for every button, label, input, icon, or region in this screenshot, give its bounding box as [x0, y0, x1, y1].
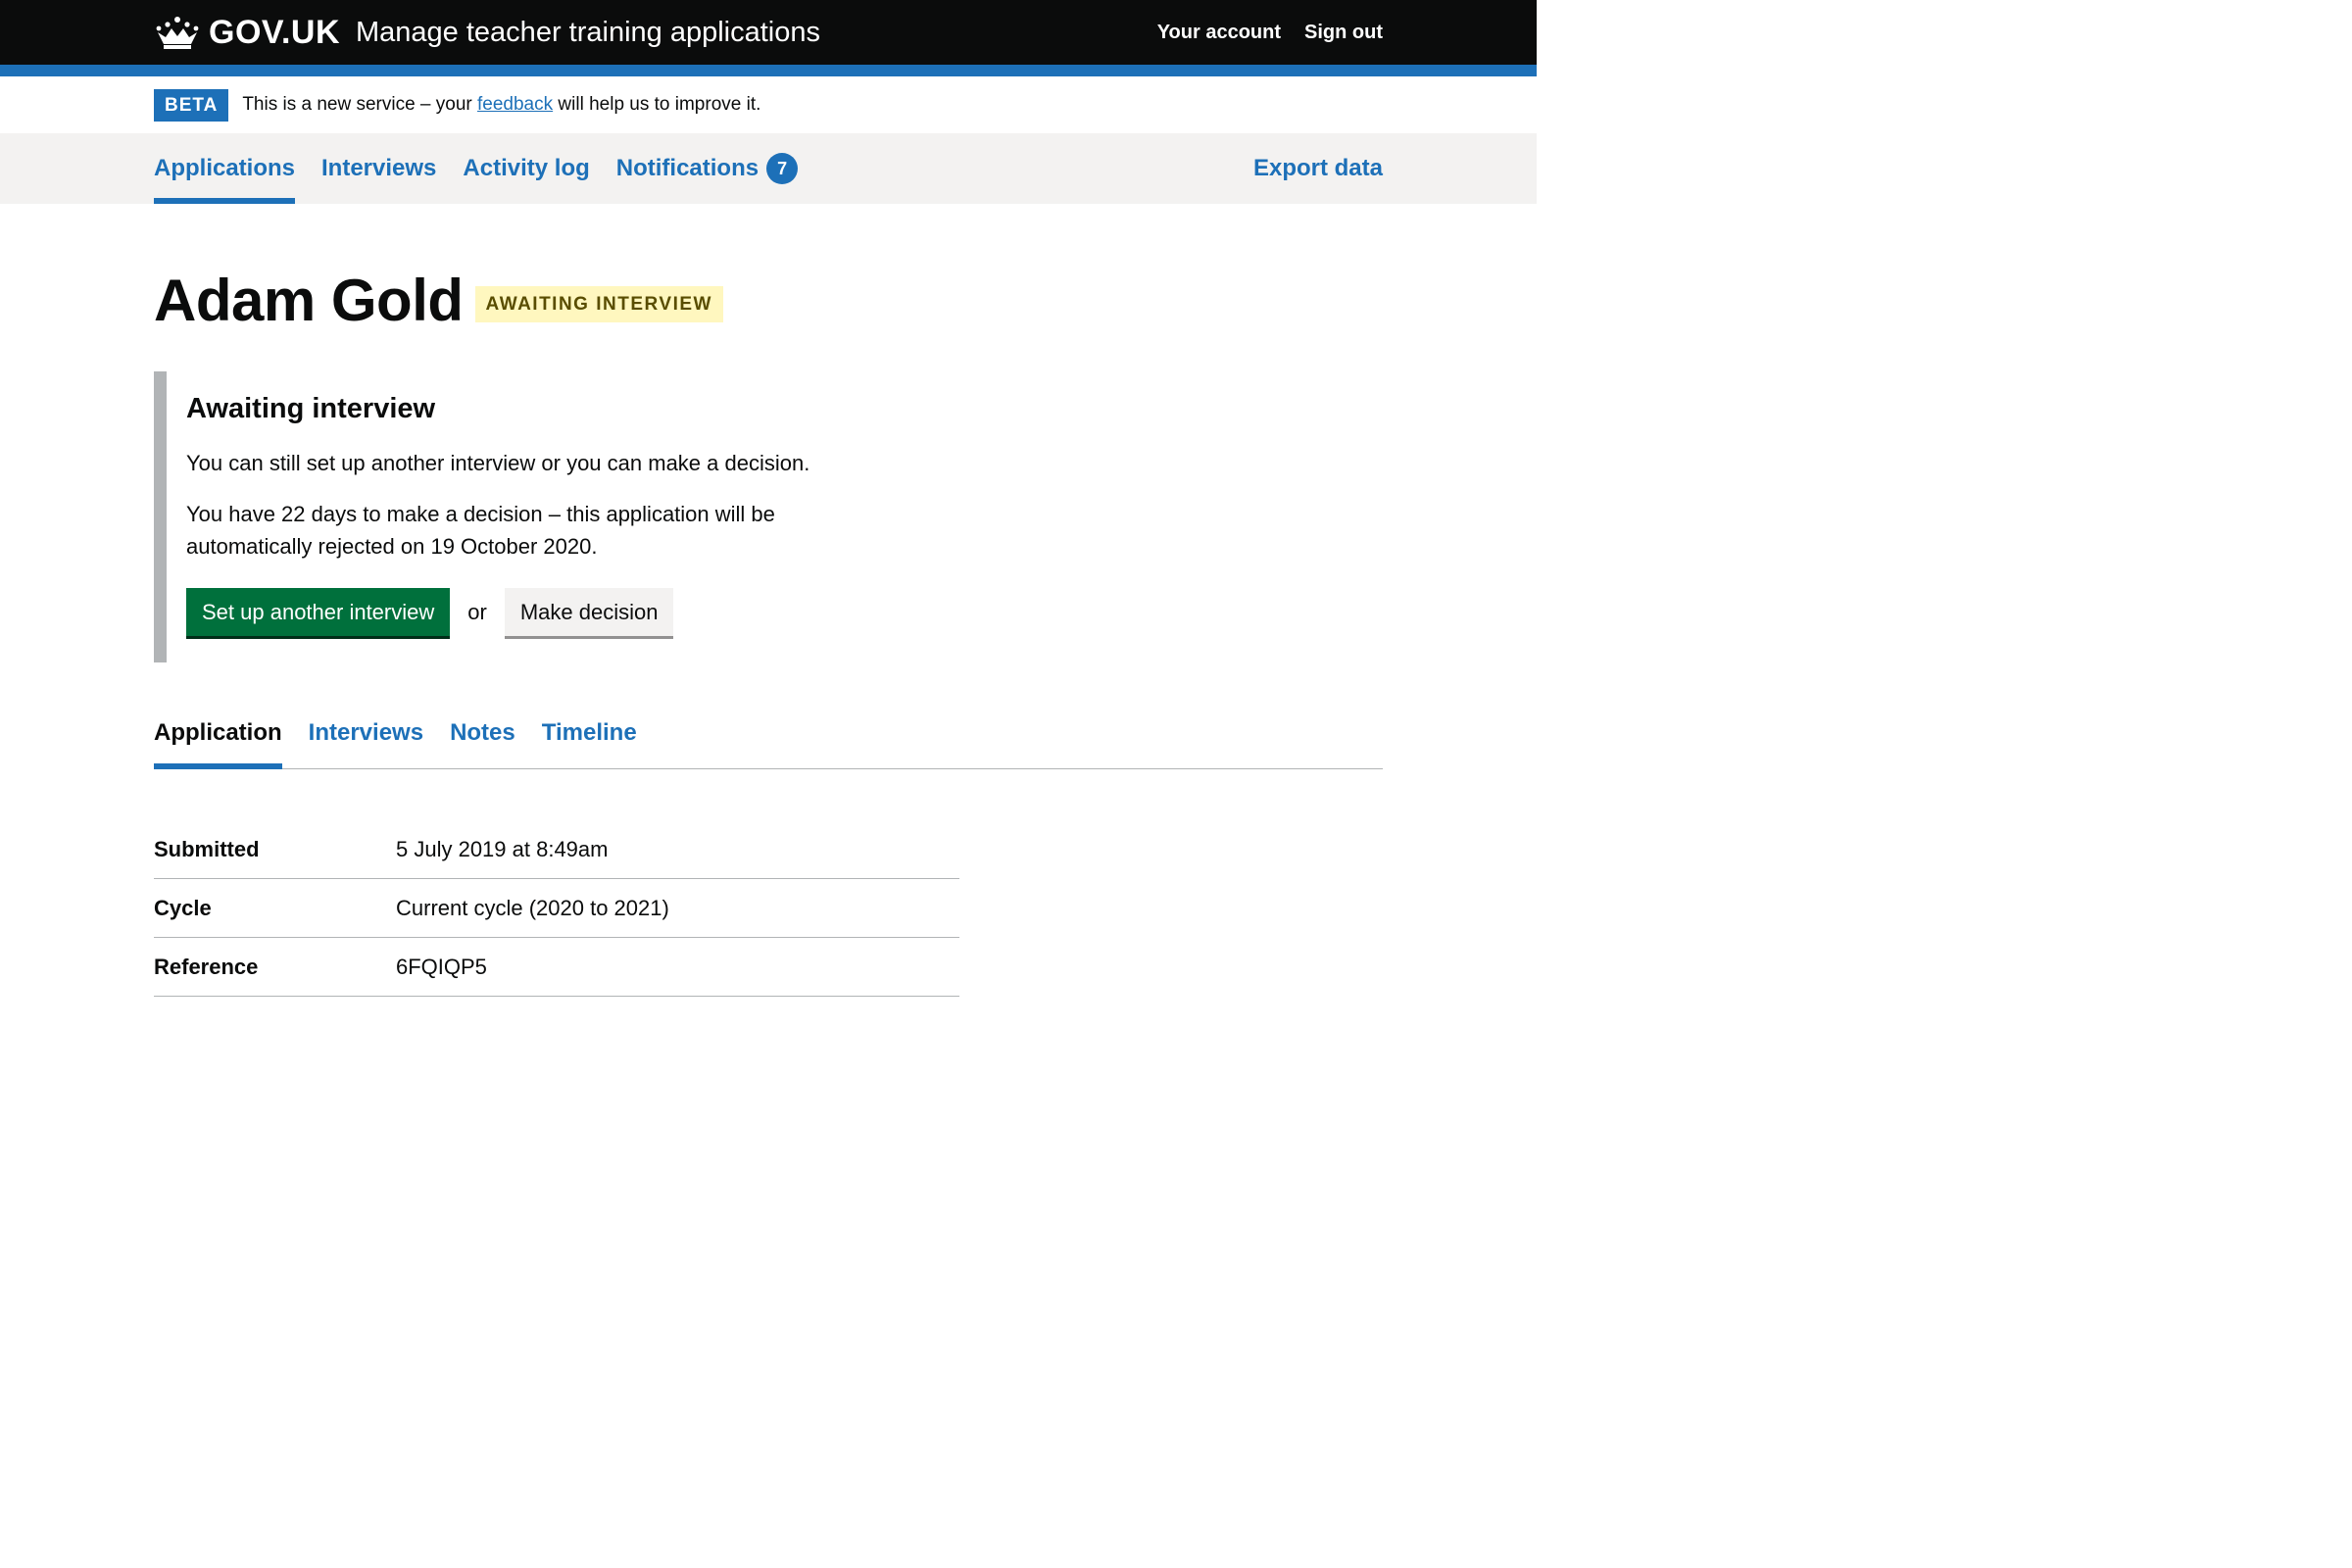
summary-value: 5 July 2019 at 8:49am	[396, 836, 609, 861]
summary-key: Cycle	[154, 895, 212, 920]
main-content: Adam Gold AWAITING INTERVIEW Awaiting in…	[154, 267, 1383, 997]
page-title: Adam Gold	[154, 268, 464, 333]
summary-value: 6FQIQP5	[396, 954, 487, 979]
header-nav: Your account Sign out	[1157, 22, 1383, 44]
set-up-interview-button[interactable]: Set up another interview	[186, 588, 451, 636]
summary-key: Reference	[154, 954, 259, 979]
inset-paragraph-2: You have 22 days to make a decision – th…	[186, 502, 775, 559]
nav-applications[interactable]: Applications	[154, 133, 296, 204]
status-inset: Awaiting interview You can still set up …	[154, 371, 1383, 662]
nav-interviews[interactable]: Interviews	[321, 133, 436, 204]
tab-interviews[interactable]: Interviews	[309, 717, 423, 768]
nav-notifications[interactable]: Notifications 7	[615, 133, 799, 204]
summary-row-reference: Reference 6FQIQP5	[154, 938, 959, 997]
summary-row-cycle: Cycle Current cycle (2020 to 2021)	[154, 879, 959, 938]
inset-heading: Awaiting interview	[186, 393, 436, 424]
logo-text: GOV.UK	[209, 13, 341, 51]
nav-notifications-label: Notifications	[615, 155, 760, 181]
summary-key: Submitted	[154, 836, 260, 861]
your-account-link[interactable]: Your account	[1157, 22, 1281, 44]
feedback-link[interactable]: feedback	[477, 94, 553, 115]
phase-text-before: This is a new service – your	[242, 94, 478, 115]
site-header: GOV.UK Manage teacher training applicati…	[0, 0, 1537, 76]
tab-timeline[interactable]: Timeline	[542, 717, 637, 768]
summary-value: Current cycle (2020 to 2021)	[396, 895, 669, 920]
or-text: or	[467, 599, 487, 624]
notifications-count-badge: 7	[766, 153, 799, 184]
nav-activity-log[interactable]: Activity log	[463, 133, 589, 204]
summary-list: Submitted 5 July 2019 at 8:49am Cycle Cu…	[154, 820, 959, 997]
crown-icon	[156, 17, 199, 49]
sign-out-link[interactable]: Sign out	[1304, 22, 1383, 44]
sub-navigation: Application Interviews Notes Timeline	[154, 717, 1383, 769]
beta-tag: BETA	[154, 88, 229, 122]
tab-application[interactable]: Application	[154, 717, 282, 769]
tab-notes[interactable]: Notes	[450, 717, 515, 768]
nav-export-data[interactable]: Export data	[1253, 133, 1383, 204]
status-badge: AWAITING INTERVIEW	[474, 286, 723, 322]
service-name[interactable]: Manage teacher training applications	[356, 17, 820, 49]
phase-text: This is a new service – your feedback wi…	[242, 94, 760, 116]
phase-banner: BETA This is a new service – your feedba…	[0, 76, 1537, 133]
summary-row-submitted: Submitted 5 July 2019 at 8:49am	[154, 820, 959, 879]
govuk-logo-link[interactable]: GOV.UK	[154, 14, 340, 52]
inset-actions: Set up another interview or Make decisio…	[186, 588, 1383, 636]
make-decision-button[interactable]: Make decision	[504, 588, 674, 636]
inset-paragraph-1: You can still set up another interview o…	[186, 451, 810, 475]
title-row: Adam Gold AWAITING INTERVIEW	[154, 267, 1383, 334]
phase-text-after: will help us to improve it.	[553, 94, 761, 115]
primary-nav: Applications Interviews Activity log Not…	[0, 133, 1537, 204]
